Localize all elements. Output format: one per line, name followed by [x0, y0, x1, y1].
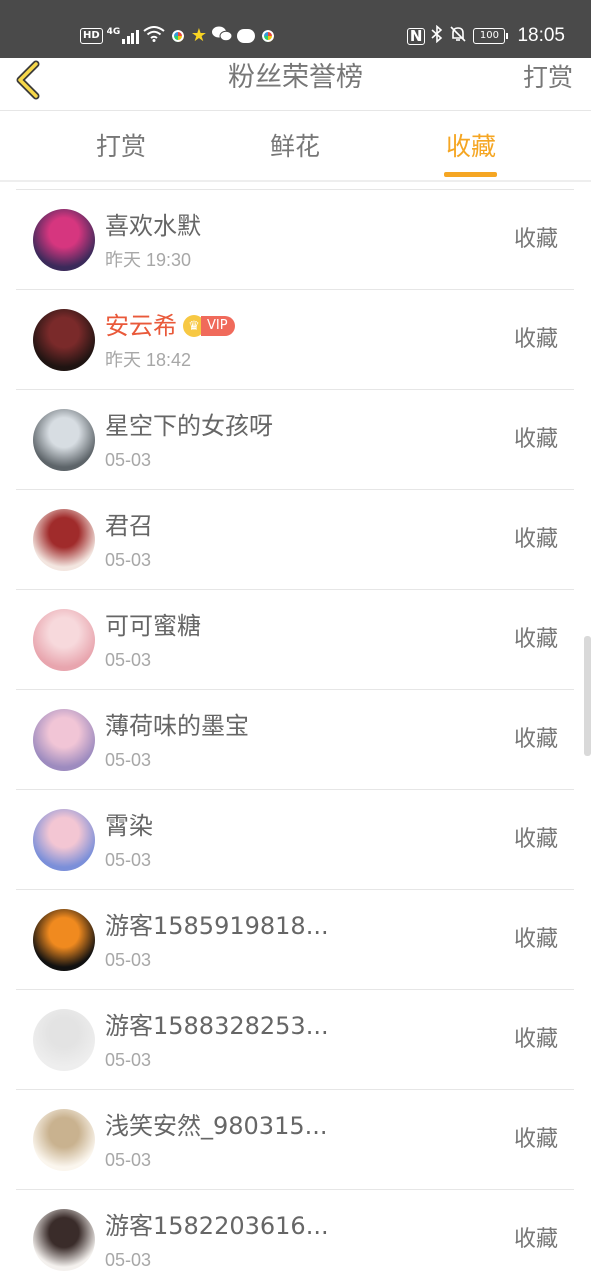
action-label: 收藏 [513, 527, 558, 552]
name-line: 君召 [105, 510, 153, 542]
user-name[interactable]: 游客1588328253... [105, 1010, 329, 1042]
timestamp: 05-03 [105, 1050, 152, 1070]
tab-reward[interactable]: 打赏 [71, 129, 171, 165]
name-line: 可可蜜糖 [105, 610, 201, 642]
list-item[interactable]: 喜欢水默昨天 19:30 收藏 [16, 190, 574, 290]
app-notification-icon [168, 27, 187, 45]
user-name[interactable]: 君召 [105, 510, 153, 542]
name-line: 浅笑安然_980315... [105, 1110, 328, 1142]
action-label: 收藏 [513, 1227, 558, 1252]
timestamp: 昨天 19:30 [105, 250, 192, 270]
bluetooth-icon [431, 24, 443, 48]
status-left-icons: HD 4G ★ [80, 24, 277, 48]
tab-bar: 打赏 鲜花 收藏 [0, 111, 591, 181]
action-label: 收藏 [513, 927, 558, 952]
avatar[interactable] [33, 509, 95, 571]
mute-bell-icon [449, 25, 467, 47]
action-label: 收藏 [513, 327, 558, 352]
name-line: 游客1585919818... [105, 910, 329, 942]
battery-icon: 100 [473, 28, 509, 44]
hd-badge: HD [80, 28, 103, 44]
message-bubble-icon [236, 29, 255, 43]
avatar[interactable] [33, 609, 95, 671]
active-tab-indicator [444, 172, 497, 177]
user-name[interactable]: 霄染 [105, 810, 153, 842]
list-item[interactable]: 游客1585919818... 05-03 收藏 [16, 890, 574, 990]
avatar[interactable] [33, 209, 95, 271]
nfc-icon: N [406, 27, 426, 45]
list-item[interactable]: 霄染 05-03 收藏 [16, 790, 574, 890]
list-item[interactable]: 浅笑安然_980315... 05-03 收藏 [16, 1090, 574, 1190]
timestamp: 昨天 18:42 [105, 350, 192, 370]
user-name[interactable]: 薄荷味的墨宝 [105, 710, 249, 742]
user-name[interactable]: 喜欢水默 [105, 210, 201, 242]
action-label: 收藏 [513, 827, 558, 852]
list-item[interactable]: 君召 05-03 收藏 [16, 490, 574, 590]
list-item[interactable]: 星空下的女孩呀 05-03 收藏 [16, 390, 574, 490]
avatar[interactable] [33, 1009, 95, 1071]
action-label: 收藏 [513, 627, 558, 652]
vip-badge: VIP [201, 316, 235, 336]
status-clock: 18:05 [517, 25, 565, 46]
avatar[interactable] [33, 409, 95, 471]
network-type: 4G [106, 27, 121, 37]
timestamp: 05-03 [105, 850, 152, 870]
signal-icon [122, 28, 139, 44]
user-name[interactable]: 安云希 [105, 310, 177, 342]
name-line: 星空下的女孩呀 [105, 410, 273, 442]
app-header: 粉丝荣誉榜 打赏 [0, 58, 591, 110]
avatar[interactable] [33, 709, 95, 771]
scrollbar[interactable] [584, 636, 591, 756]
timestamp: 05-03 [105, 550, 152, 570]
timestamp: 05-03 [105, 750, 152, 770]
avatar[interactable] [33, 809, 95, 871]
status-bar: HD 4G ★ N 100 18:05 [0, 0, 591, 58]
reward-button[interactable]: 打赏 [523, 60, 573, 96]
timestamp: 05-03 [105, 450, 152, 470]
list-item[interactable]: 可可蜜糖 05-03 收藏 [16, 590, 574, 690]
status-right-icons: N 100 18:05 [406, 24, 565, 48]
avatar[interactable] [33, 909, 95, 971]
tab-favorites[interactable]: 收藏 [421, 129, 521, 165]
list-item[interactable]: 游客1588328253... 05-03 收藏 [16, 990, 574, 1090]
action-label: 收藏 [513, 227, 558, 252]
name-line: 安云希 ♛ VIP [105, 310, 235, 342]
name-line: 游客1582203616... [105, 1210, 329, 1242]
action-label: 收藏 [513, 727, 558, 752]
user-name[interactable]: 星空下的女孩呀 [105, 410, 273, 442]
avatar[interactable] [33, 1109, 95, 1171]
list-item[interactable]: 安云希 ♛ VIP 昨天 18:42 收藏 [16, 290, 574, 390]
avatar[interactable] [33, 1209, 95, 1271]
app-notification-icon-2 [258, 27, 277, 45]
timestamp: 05-03 [105, 650, 152, 670]
name-line: 薄荷味的墨宝 [105, 710, 249, 742]
action-label: 收藏 [513, 1127, 558, 1152]
tabs-divider [0, 180, 591, 182]
user-name[interactable]: 游客1582203616... [105, 1210, 329, 1242]
name-line: 霄染 [105, 810, 153, 842]
timestamp: 05-03 [105, 950, 152, 970]
page-title: 粉丝荣誉榜 [228, 62, 363, 93]
list-item[interactable]: 薄荷味的墨宝 05-03 收藏 [16, 690, 574, 790]
wechat-icon [211, 25, 233, 47]
name-line: 游客1588328253... [105, 1010, 329, 1042]
timestamp: 05-03 [105, 1250, 152, 1270]
fan-list: 喜欢水默 昨天 19:30 收藏 安云希 ♛ VIP 昨天 18:42 收藏 星空下的女孩呀 05… [16, 189, 574, 1280]
action-label: 收藏 [513, 1027, 558, 1052]
star-app-icon: ★ [190, 25, 207, 46]
user-name[interactable]: 可可蜜糖 [105, 610, 201, 642]
avatar[interactable] [33, 309, 95, 371]
user-name[interactable]: 浅笑安然_980315... [105, 1110, 328, 1142]
timestamp: 05-03 [105, 1150, 152, 1170]
user-name[interactable]: 游客1585919818... [105, 910, 329, 942]
list-item[interactable]: 游客1582203616... 05-03 收藏 [16, 1190, 574, 1280]
wifi-icon [143, 26, 165, 46]
action-label: 收藏 [513, 427, 558, 452]
tab-flowers[interactable]: 鲜花 [245, 129, 345, 165]
name-line: 喜欢水默 [105, 210, 201, 242]
